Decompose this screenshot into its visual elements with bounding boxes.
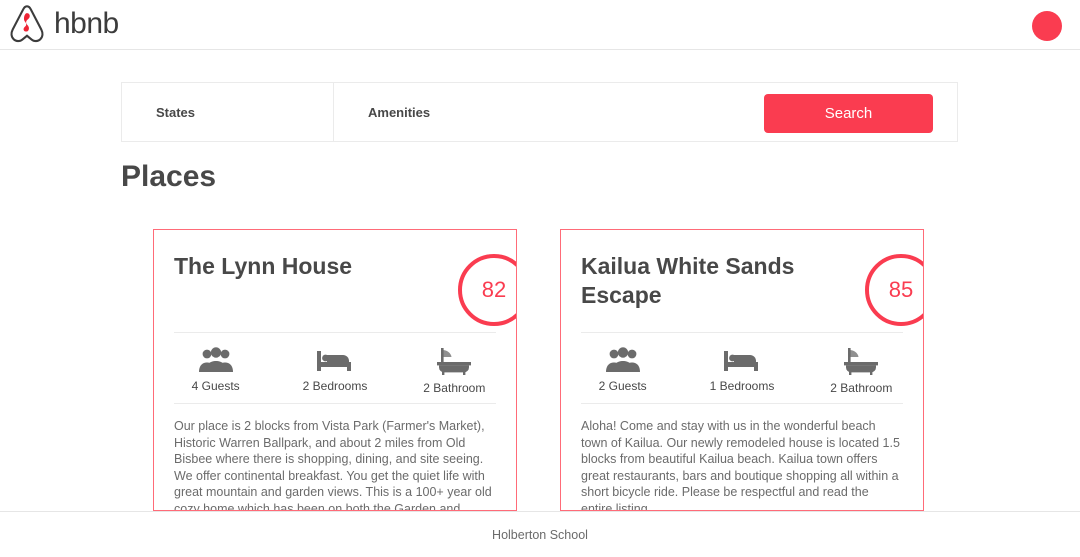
bedrooms-label: 2 Bedrooms xyxy=(302,379,368,393)
hbnb-belo-logo-icon xyxy=(10,5,44,43)
guests-info: 2 Guests xyxy=(581,347,664,395)
place-info-row: 4 Guests 2 Bedrooms 2 Bathroom xyxy=(174,332,496,404)
bedrooms-info: 2 Bedrooms xyxy=(293,347,376,395)
guests-info: 4 Guests xyxy=(174,347,257,395)
place-card[interactable]: The Lynn House 82 4 Guests 2 Bedrooms 2 … xyxy=(153,229,517,511)
bathrooms-info: 2 Bathroom xyxy=(413,347,496,395)
brand-name: hbnb xyxy=(54,7,119,40)
site-header: hbnb xyxy=(0,0,1080,50)
place-info-row: 2 Guests 1 Bedrooms 2 Bathroom xyxy=(581,332,903,404)
bed-icon xyxy=(316,351,351,371)
bathrooms-label: 2 Bathroom xyxy=(830,381,893,395)
price-badge: 85 xyxy=(865,254,923,326)
search-button[interactable]: Search xyxy=(764,94,933,133)
bedrooms-info: 1 Bedrooms xyxy=(700,347,783,395)
page-root: hbnb States Amenities Search Places The … xyxy=(0,0,1080,557)
guests-label: 4 Guests xyxy=(191,379,240,393)
states-filter-label: States xyxy=(156,104,196,120)
bathtub-shower-icon xyxy=(437,348,472,375)
bed-icon xyxy=(723,351,758,371)
place-name: The Lynn House xyxy=(174,253,353,279)
place-card[interactable]: Kailua White Sands Escape 85 2 Guests 1 … xyxy=(560,229,924,511)
places-list: The Lynn House 82 4 Guests 2 Bedrooms 2 … xyxy=(153,229,953,511)
user-avatar-icon[interactable] xyxy=(1032,11,1062,41)
site-footer: Holberton School xyxy=(0,511,1080,557)
price-badge: 82 xyxy=(458,254,516,326)
bathrooms-label: 2 Bathroom xyxy=(423,381,486,395)
price-value: 82 xyxy=(481,277,507,302)
place-description: Aloha! Come and stay with us in the wond… xyxy=(581,419,900,511)
page-title: Places xyxy=(121,160,217,193)
states-filter-dropdown[interactable]: States xyxy=(122,83,334,141)
bedrooms-label: 1 Bedrooms xyxy=(709,379,775,393)
guests-label: 2 Guests xyxy=(598,379,647,393)
guests-group-icon xyxy=(605,347,640,372)
guests-group-icon xyxy=(198,347,233,372)
search-button-label: Search xyxy=(824,105,873,122)
place-card-header: The Lynn House 82 xyxy=(174,252,516,326)
bathrooms-info: 2 Bathroom xyxy=(820,347,903,395)
bathtub-shower-icon xyxy=(844,348,879,375)
place-name: Kailua White Sands Escape xyxy=(581,253,795,308)
place-card-header: Kailua White Sands Escape 85 xyxy=(581,252,923,326)
brand-logo[interactable]: hbnb xyxy=(6,3,119,45)
search-filter-bar: States Amenities Search xyxy=(121,82,958,142)
price-value: 85 xyxy=(888,277,914,302)
amenities-filter-label: Amenities xyxy=(368,104,431,120)
place-description: Our place is 2 blocks from Vista Park (F… xyxy=(174,419,492,511)
footer-text: Holberton School xyxy=(492,527,588,542)
